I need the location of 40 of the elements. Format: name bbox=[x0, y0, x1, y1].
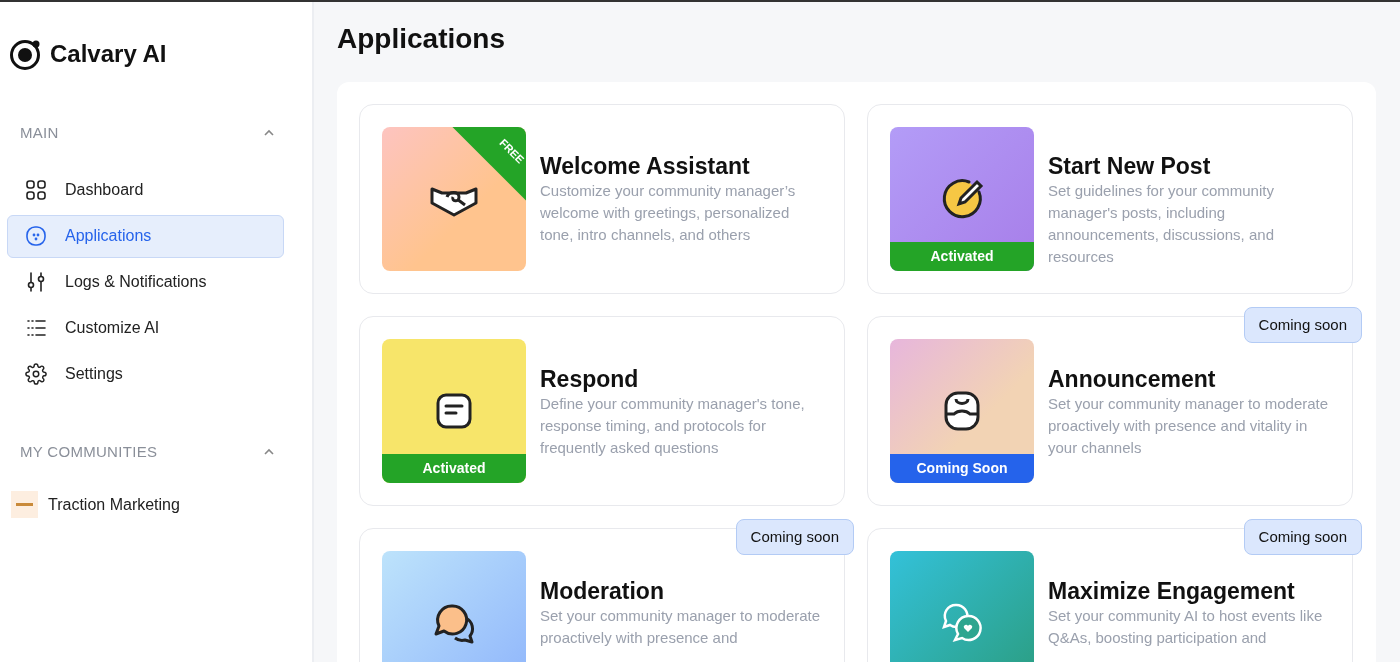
app-title: Announcement bbox=[1048, 365, 1217, 394]
smiley-face-icon bbox=[25, 225, 47, 247]
coming-soon-badge: Coming soon bbox=[735, 518, 854, 556]
grid-icon bbox=[25, 179, 47, 201]
sidebar-item[interactable]: Customize AI bbox=[7, 306, 284, 350]
status-strip: Activated bbox=[382, 453, 526, 483]
app-description: Set your community AI to host events like Q&As, boosting participation and bbox=[1048, 606, 1324, 649]
app-description: Set guidelines for your community manager's posts, including announcements, discussions, and resources bbox=[1048, 181, 1275, 268]
logo-icon bbox=[9, 37, 42, 71]
app-description: Define your community manager's tone, response timing, and protocols for frequently asked questions bbox=[540, 394, 806, 459]
status-strip: Coming Soon bbox=[890, 453, 1034, 483]
community-logo bbox=[11, 491, 38, 518]
sliders-icon bbox=[25, 271, 47, 293]
settings-icon bbox=[25, 363, 47, 385]
app-title: Respond bbox=[540, 365, 640, 394]
section-heading: MAIN bbox=[20, 123, 59, 143]
chat-heart-icon bbox=[940, 601, 984, 644]
app-description: Set your community manager to moderate proactively with presence and vitality in your channels bbox=[1048, 394, 1330, 459]
app-title: Moderation bbox=[540, 577, 665, 606]
chevron-icon[interactable] bbox=[264, 447, 274, 456]
section-heading: MY COMMUNITIES bbox=[20, 441, 158, 462]
sidebar-item[interactable]: Dashboard bbox=[7, 168, 284, 212]
sidebar-item[interactable]: Settings bbox=[7, 352, 284, 396]
app-title: Maximize Engagement bbox=[1048, 577, 1296, 606]
note-icon bbox=[435, 391, 473, 430]
sidebar-item[interactable]: Traction Marketing bbox=[7, 483, 284, 526]
chevron-icon[interactable] bbox=[264, 129, 274, 138]
app-description: Customize your community manager’s welcome with greetings, personalized tone, intro channels, and others bbox=[540, 181, 797, 246]
status-strip: Activated bbox=[890, 241, 1034, 271]
sidebar-item[interactable]: Applications bbox=[7, 214, 284, 258]
sidebar-item[interactable]: Logs & Notifications bbox=[7, 260, 284, 304]
chat-bubbles-icon bbox=[432, 601, 476, 644]
app-description: Set your community manager to moderate proactively with presence and bbox=[540, 606, 822, 649]
app-title: Start New Post bbox=[1048, 152, 1212, 181]
page-title: Applications bbox=[337, 22, 506, 56]
coming-soon-badge: Coming soon bbox=[1243, 518, 1362, 556]
coming-soon-badge: Coming soon bbox=[1243, 306, 1362, 344]
app-title: Welcome Assistant bbox=[540, 152, 751, 181]
brand-name: Calvary AI bbox=[50, 39, 167, 69]
list-icon bbox=[25, 317, 47, 339]
